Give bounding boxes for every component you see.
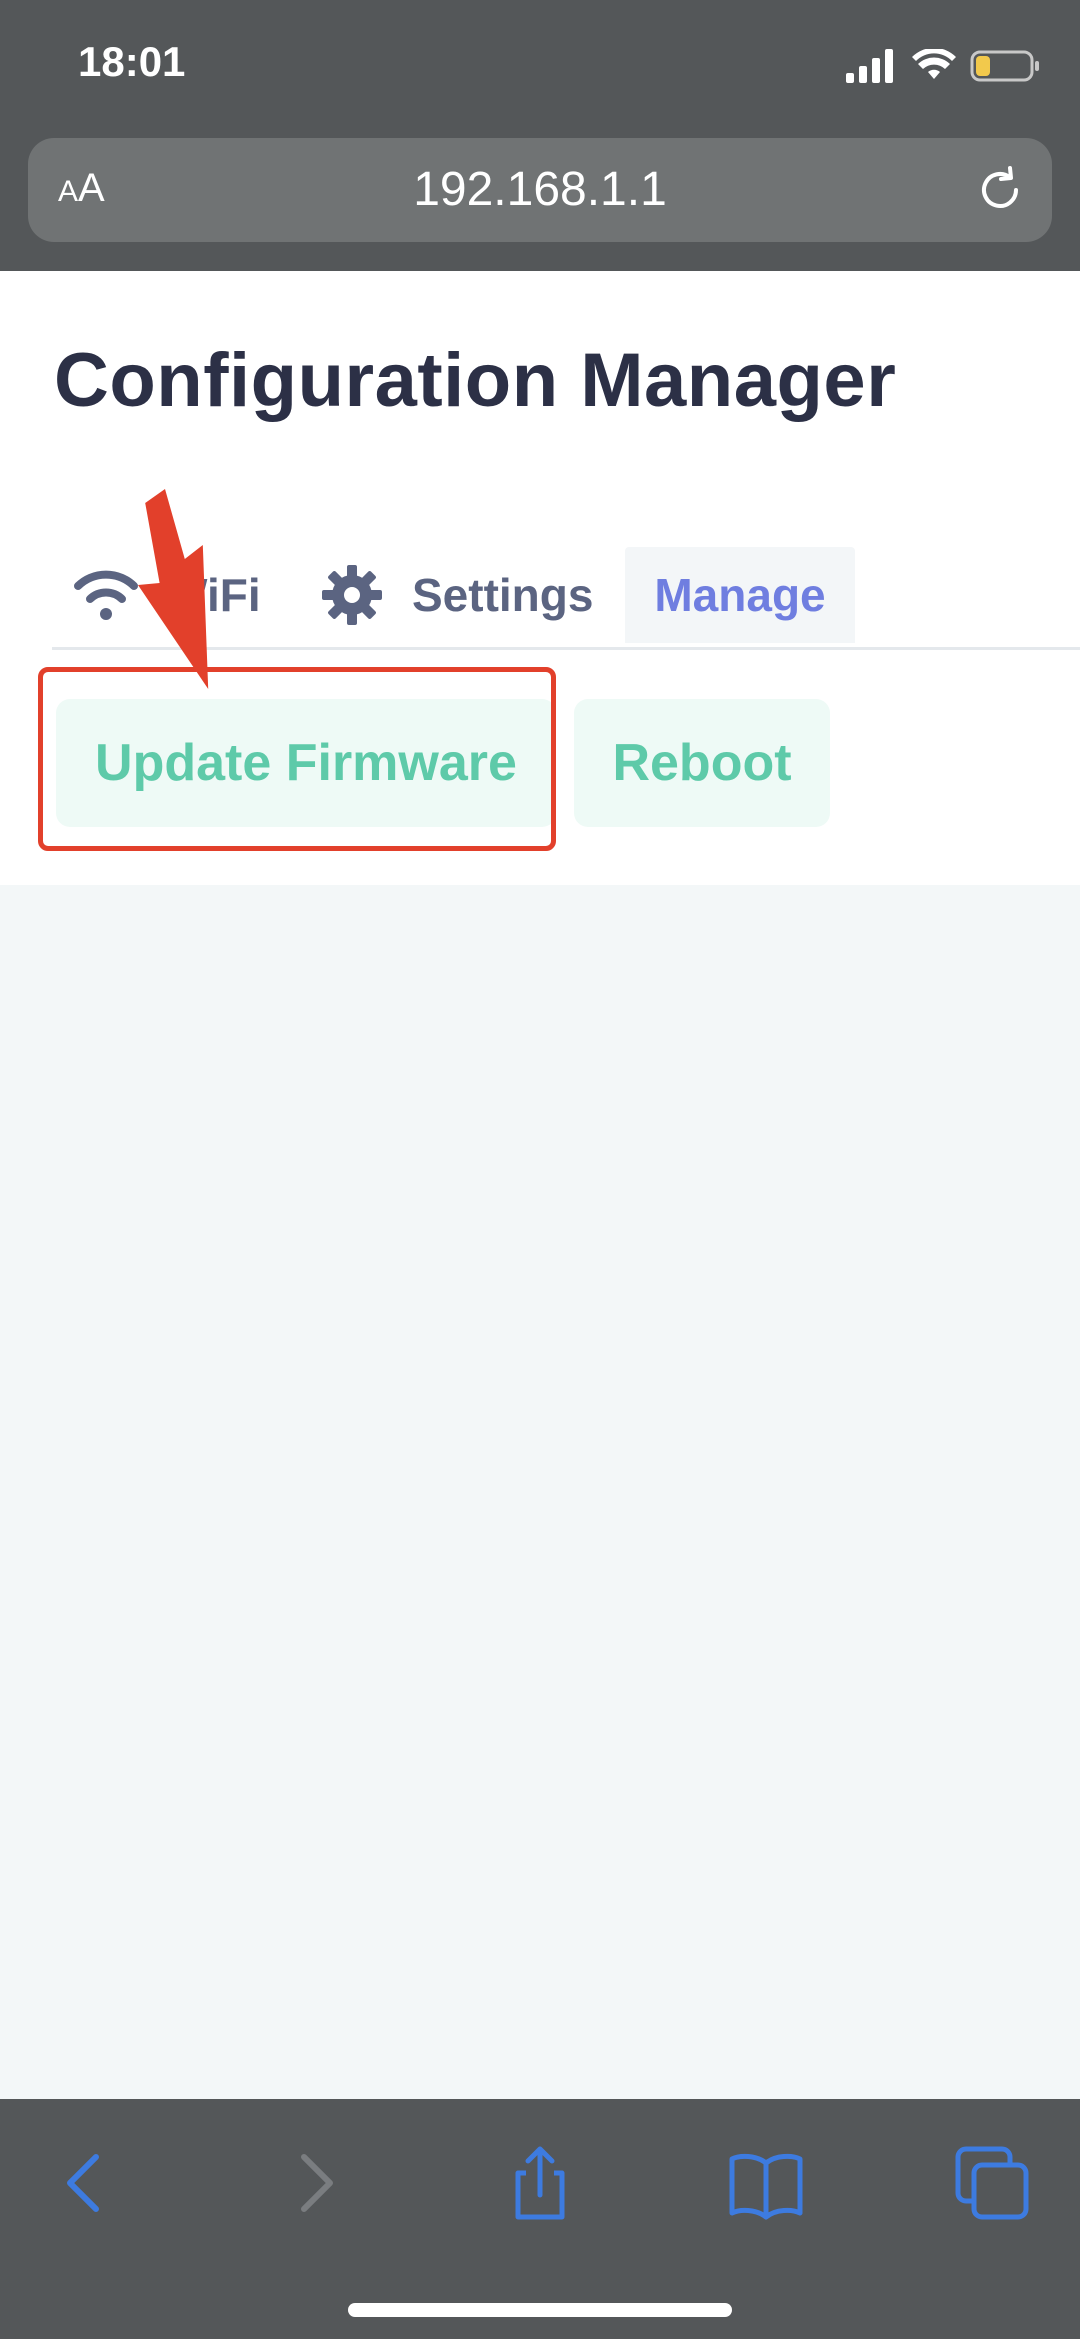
address-bar[interactable]: AA 192.168.1.1 bbox=[28, 138, 1052, 242]
share-icon[interactable] bbox=[500, 2143, 580, 2223]
home-indicator bbox=[348, 2303, 732, 2317]
reload-icon[interactable] bbox=[972, 162, 1028, 218]
browser-top-chrome: 18:01 AA 192.168.1.1 bbox=[0, 0, 1080, 271]
annotation-arrow-icon bbox=[138, 489, 209, 689]
url-text[interactable]: 192.168.1.1 bbox=[28, 162, 1052, 217]
bookmarks-icon[interactable] bbox=[726, 2143, 806, 2223]
page-header: Configuration Manager WiFi Settings Mana… bbox=[0, 271, 1080, 885]
page-title: Configuration Manager bbox=[54, 338, 897, 423]
wifi-icon bbox=[912, 49, 956, 79]
gear-icon bbox=[322, 565, 382, 625]
tab-manage[interactable]: Manage bbox=[625, 547, 855, 643]
tabs-icon[interactable] bbox=[952, 2143, 1032, 2223]
status-icons bbox=[846, 44, 1040, 88]
signal-icon bbox=[846, 49, 893, 83]
status-time: 18:01 bbox=[78, 38, 186, 85]
annotation-highlight-box bbox=[38, 667, 556, 851]
tab-settings[interactable]: Settings bbox=[320, 547, 593, 643]
battery-icon bbox=[970, 50, 1039, 82]
tab-settings-label: Settings bbox=[412, 569, 594, 621]
back-icon[interactable] bbox=[44, 2143, 124, 2223]
forward-icon[interactable] bbox=[276, 2143, 356, 2223]
reboot-button[interactable]: Reboot bbox=[574, 699, 830, 827]
tab-manage-label: Manage bbox=[654, 569, 826, 621]
